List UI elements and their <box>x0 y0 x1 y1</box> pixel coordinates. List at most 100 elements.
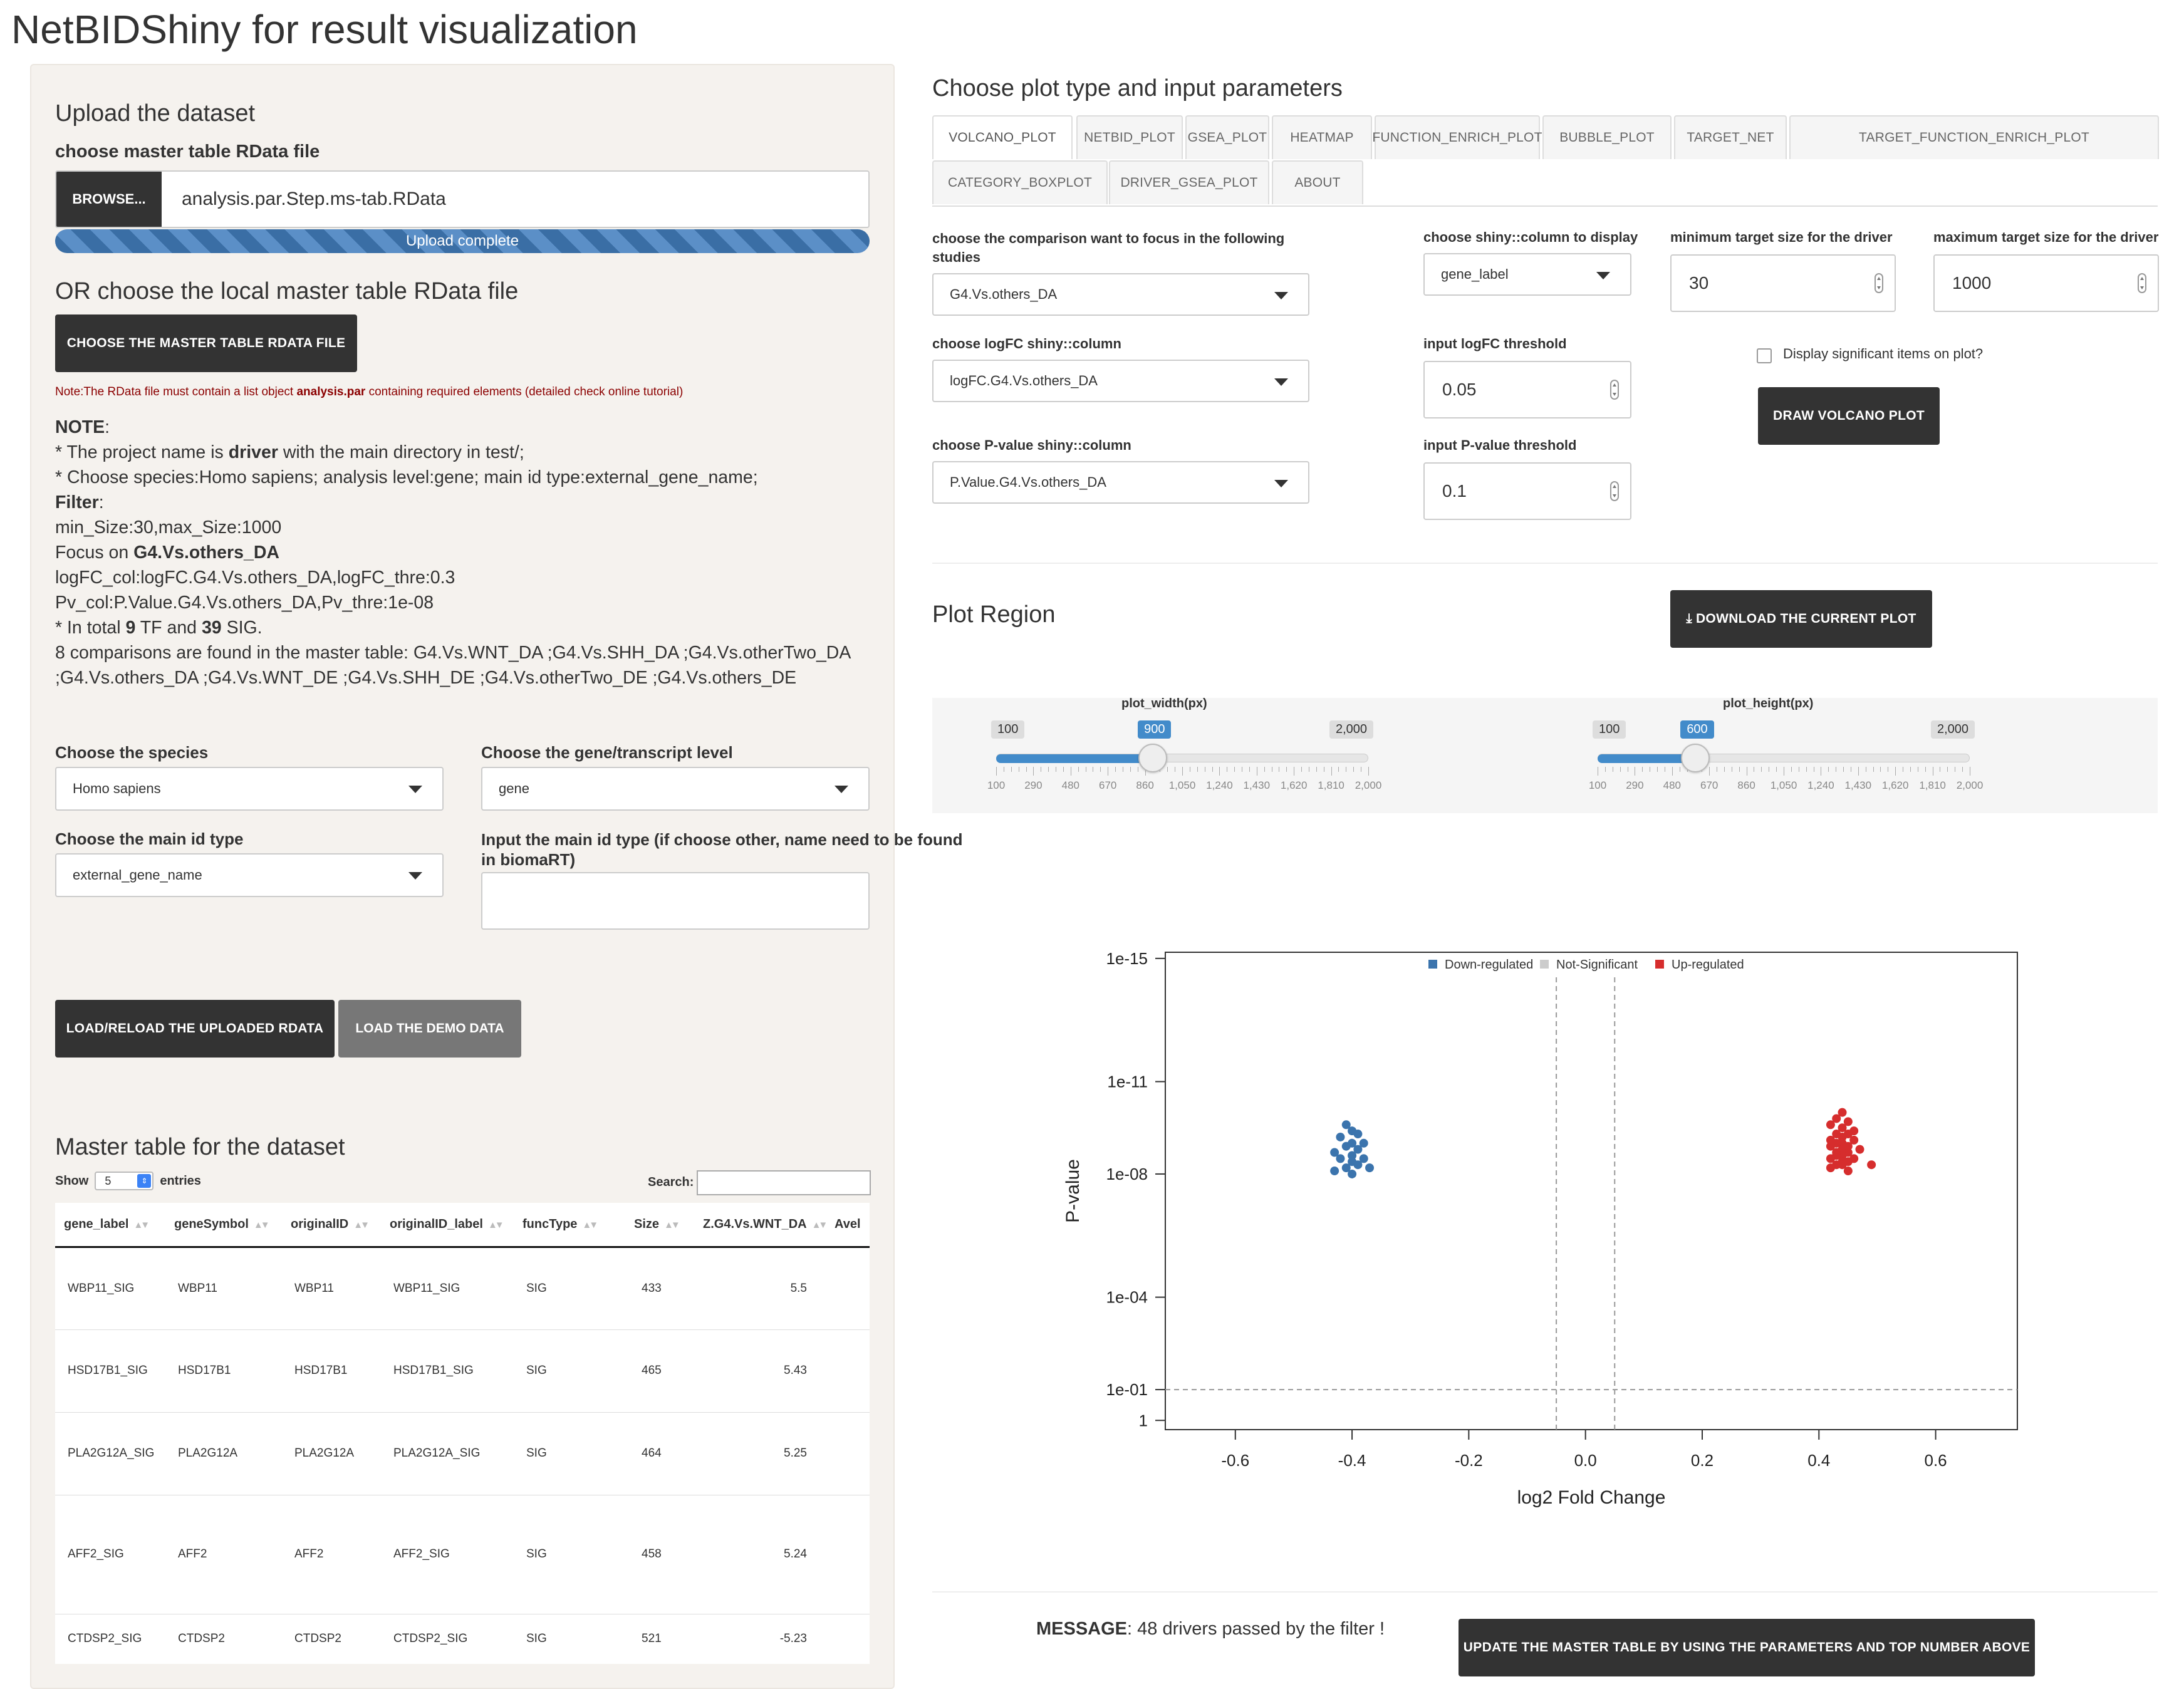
tab-function-enrich-plot[interactable]: FUNCTION_ENRICH_PLOT <box>1372 115 1542 159</box>
slider-major-tick <box>1182 767 1183 776</box>
tab-target-net[interactable]: TARGET_NET <box>1674 115 1787 159</box>
slider-minor-tick <box>1910 767 1911 772</box>
table-row[interactable]: AFF2_SIG AFF2 AFF2 AFF2_SIG SIG 458 5.24 <box>55 1494 870 1614</box>
slider-major-tick <box>1368 767 1369 776</box>
column-header[interactable]: Z.G4.Vs.WNT_DA ▲▼ <box>694 1203 826 1248</box>
comparison-select[interactable]: G4.Vs.others_DA <box>932 273 1309 316</box>
min-size-input[interactable]: 30 <box>1670 254 1896 312</box>
file-input[interactable]: BROWSE... analysis.par.Step.ms-tab.RData <box>55 170 870 228</box>
slider-max-badge: 2,000 <box>1931 720 1975 739</box>
idtype-input[interactable] <box>481 872 870 930</box>
column-header[interactable]: funcType ▲▼ <box>514 1203 625 1248</box>
table-cell: SIG <box>514 1494 625 1614</box>
plot-frame <box>1165 952 2018 1430</box>
info-line9: ;G4.Vs.others_DA ;G4.Vs.WNT_DE ;G4.Vs.SH… <box>55 668 797 688</box>
column-header[interactable]: geneSymbol ▲▼ <box>165 1203 282 1248</box>
slider-minor-tick <box>1301 767 1303 772</box>
slider-handle[interactable] <box>1681 744 1710 772</box>
download-plot-button[interactable]: ⤓ DOWNLOAD THE CURRENT PLOT <box>1670 590 1932 648</box>
tab-driver-gsea-plot[interactable]: DRIVER_GSEA_PLOT <box>1109 160 1269 204</box>
table-cell: WBP11 <box>282 1246 381 1329</box>
table-cell: SIG <box>514 1329 625 1412</box>
tab-category-boxplot[interactable]: CATEGORY_BOXPLOT <box>932 160 1108 204</box>
download-label: DOWNLOAD THE CURRENT PLOT <box>1695 611 1916 626</box>
sort-icon[interactable]: ▲▼ <box>353 1220 370 1230</box>
slider-minor-tick <box>1828 767 1829 772</box>
sort-icon[interactable]: ▲▼ <box>488 1220 504 1230</box>
tab-target-function-enrich-plot[interactable]: TARGET_FUNCTION_ENRICH_PLOT <box>1789 115 2159 159</box>
legend-swatch <box>1428 960 1437 969</box>
sort-icon[interactable]: ▲▼ <box>582 1220 598 1230</box>
plot-params-heading: Choose plot type and input parameters <box>932 75 1343 101</box>
logfc-thre-input[interactable]: 0.05 <box>1423 361 1631 418</box>
table-row[interactable]: HSD17B1_SIG HSD17B1 HSD17B1 HSD17B1_SIG SIG 4… <box>55 1329 870 1412</box>
idtype-label: Choose the main id type <box>55 829 244 848</box>
level-select[interactable]: gene <box>481 767 870 811</box>
slider-minor-tick <box>1197 767 1198 772</box>
tab-bubble-plot[interactable]: BUBBLE_PLOT <box>1542 115 1672 159</box>
entries-select[interactable]: 5 ⇕ <box>95 1172 154 1190</box>
table-cell: PLA2G12A_SIG <box>381 1411 514 1495</box>
table-cell: HSD17B1 <box>282 1329 381 1412</box>
column-header[interactable]: gene_label ▲▼ <box>55 1203 165 1248</box>
tab-about[interactable]: ABOUT <box>1272 160 1363 204</box>
table-row[interactable]: WBP11_SIG WBP11 WBP11 WBP11_SIG SIG 433 5.5 <box>55 1246 870 1329</box>
sort-icon[interactable]: ▲▼ <box>664 1220 680 1230</box>
info-line7-a: * In total <box>55 618 126 638</box>
slider-minor-tick <box>1353 767 1355 772</box>
tab-gsea-plot[interactable]: GSEA_PLOT <box>1185 115 1269 159</box>
filter-label: Filter <box>55 492 99 512</box>
y-tick-label: 1e-01 <box>1106 1380 1148 1399</box>
sort-icon[interactable]: ▲▼ <box>812 1220 826 1230</box>
draw-volcano-button[interactable]: DRAW VOLCANO PLOT <box>1758 387 1940 445</box>
table-row[interactable]: CTDSP2_SIG CTDSP2 CTDSP2 CTDSP2_SIG SIG 521 -5… <box>55 1613 870 1664</box>
pval-col-select[interactable]: P.Value.G4.Vs.others_DA <box>932 461 1309 504</box>
slider-minor-tick <box>1776 767 1777 772</box>
sort-icon[interactable]: ▲▼ <box>254 1220 270 1230</box>
load-rdata-button[interactable]: LOAD/RELOAD THE UPLOADED RDATA <box>55 1000 335 1058</box>
choose-master-table-button[interactable]: CHOOSE THE MASTER TABLE RDATA FILE <box>55 314 357 372</box>
column-header[interactable]: Avel <box>826 1203 870 1248</box>
tab-volcano-plot[interactable]: VOLCANO_PLOT <box>932 115 1073 159</box>
tab-netbid-plot[interactable]: NETBID_PLOT <box>1076 115 1183 159</box>
species-select[interactable]: Homo sapiens <box>55 767 444 811</box>
tab-heatmap[interactable]: HEATMAP <box>1272 115 1372 159</box>
slider-minor-tick <box>1100 767 1101 772</box>
upload-heading: Upload the dataset <box>55 100 256 127</box>
slider-handle[interactable] <box>1138 744 1168 772</box>
pval-thre-input[interactable]: 0.1 <box>1423 462 1631 520</box>
pval-thre-label: input P-value threshold <box>1423 437 1577 453</box>
update-master-table-button[interactable]: UPDATE THE MASTER TABLE BY USING THE PAR… <box>1459 1619 2035 1676</box>
max-size-input[interactable]: 1000 <box>1933 254 2159 312</box>
spinner-icon[interactable] <box>1875 273 1883 293</box>
y-tick-label: 1e-04 <box>1106 1288 1148 1307</box>
file-label: choose master table RData file <box>55 142 320 162</box>
x-tick-label: 0.4 <box>1807 1451 1830 1470</box>
app-title: NetBIDShiny for result visualization <box>11 7 638 52</box>
sort-icon[interactable]: ▲▼ <box>133 1220 150 1230</box>
spinner-icon[interactable] <box>1610 481 1619 501</box>
idtype-select[interactable]: external_gene_name <box>55 853 444 897</box>
browse-button[interactable]: BROWSE... <box>56 172 162 227</box>
plot-static: -0.6 -0.4 -0.2 0.0 0.2 0.4 0.6 1 1e-01 1e-04 1e-08… <box>1063 949 2018 1508</box>
message-text: MESSAGE: 48 drivers passed by the filter… <box>1036 1619 1385 1640</box>
load-demo-button[interactable]: LOAD THE DEMO DATA <box>338 1000 521 1058</box>
data-point <box>1336 1132 1345 1141</box>
column-header[interactable]: originalID ▲▼ <box>282 1203 381 1248</box>
column-header[interactable]: Size ▲▼ <box>625 1203 694 1248</box>
chevron-down-icon <box>1596 272 1610 279</box>
spinner-icon[interactable] <box>1610 380 1619 400</box>
column-header[interactable]: originalID_label ▲▼ <box>381 1203 514 1248</box>
spinner-icon[interactable] <box>2138 273 2146 293</box>
slider-tick-label: 1,810 <box>1919 779 1946 791</box>
logfc-col-select[interactable]: logFC.G4.Vs.others_DA <box>932 360 1309 402</box>
slider-minor-tick <box>1724 767 1725 772</box>
slider-minor-tick <box>1078 767 1079 772</box>
sig-checkbox[interactable] <box>1757 348 1772 363</box>
table-cell: SIG <box>514 1613 625 1664</box>
slider-tick-label: 1,240 <box>1807 779 1834 791</box>
table-row[interactable]: PLA2G12A_SIG PLA2G12A PLA2G12A PLA2G12A_SIG… <box>55 1411 870 1495</box>
display-col-select[interactable]: gene_label <box>1423 253 1631 296</box>
search-input[interactable] <box>697 1170 871 1195</box>
slider-minor-tick <box>1048 767 1049 772</box>
